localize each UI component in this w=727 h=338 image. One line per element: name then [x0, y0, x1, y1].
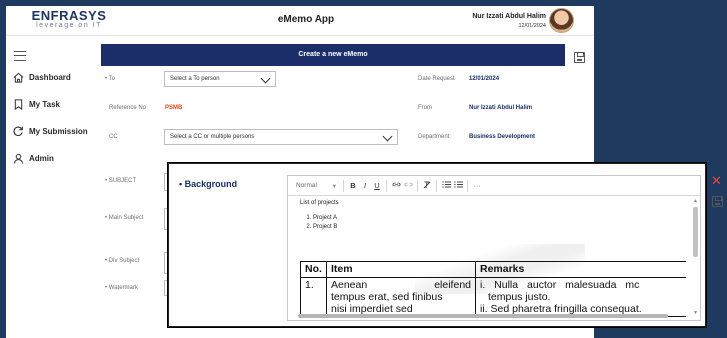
current-date: 12/01/2024: [518, 23, 546, 29]
editor-content[interactable]: List of projects Project A Project B No.…: [300, 199, 686, 320]
cc-select-value: Select a CC or multiple persons: [170, 134, 255, 140]
background-label-text: Background: [184, 179, 238, 189]
close-icon[interactable]: ✕: [711, 174, 722, 187]
scroll-down-arrow-icon[interactable]: ▼: [693, 310, 698, 316]
from-label: From: [418, 105, 432, 111]
remark-line: i. Nulla auctor malesuada mc: [480, 279, 640, 291]
department-value: Business Development: [469, 134, 536, 140]
app-title: eMemo App: [277, 14, 335, 25]
bookmark-icon: [12, 98, 24, 110]
sidebar-item-my-submission[interactable]: My Submission: [12, 124, 96, 138]
to-label-text: To: [108, 76, 116, 82]
col-header-no: No.: [300, 261, 327, 278]
top-bar: ENFRASYS leverage on IT eMemo App Nur Iz…: [6, 6, 594, 36]
reference-value: PSMB: [165, 105, 183, 111]
col-header-remarks: Remarks: [475, 261, 686, 278]
bullet-list-icon[interactable]: [452, 181, 464, 190]
sidebar-item-admin[interactable]: Admin: [12, 151, 96, 165]
more-options-icon[interactable]: ···: [471, 181, 483, 190]
toolbar-divider: [417, 179, 418, 192]
home-icon: [12, 71, 24, 83]
editor-toolbar: Normal B I U ···: [288, 176, 700, 196]
date-request-label: Date Request: [418, 76, 455, 82]
department-label: Department: [418, 134, 450, 140]
logo-tagline: leverage on IT: [36, 22, 102, 29]
intro-text: List of projects: [300, 200, 339, 206]
toolbar-divider: [343, 179, 344, 192]
subject-label-text: SUBJECT: [108, 178, 137, 184]
to-select-value: Select a To person: [170, 76, 220, 82]
link-icon[interactable]: [390, 181, 402, 190]
vertical-scroll-thumb[interactable]: [693, 207, 698, 257]
refresh-icon: [12, 125, 24, 137]
company-logo: ENFRASYS leverage on IT: [24, 9, 114, 30]
unlink-icon[interactable]: [402, 181, 414, 190]
toolbar-divider: [467, 179, 468, 192]
user-name: Nur Izzati Abdul Halim: [472, 13, 546, 20]
sidebar: Dashboard My Task My Submission Admin: [6, 37, 94, 337]
sidebar-item-label: My Task: [29, 99, 60, 109]
remark-line: tempus justo.: [488, 291, 551, 303]
underline-button[interactable]: U: [371, 181, 383, 190]
table-row: 1. Aenean eleifend tempus erat, sed fini…: [300, 277, 686, 317]
form-header: Create a new eMemo: [101, 44, 565, 66]
to-select[interactable]: Select a To person: [164, 71, 276, 87]
to-label: • To: [105, 76, 116, 82]
vertical-scrollbar[interactable]: ▲ ▼: [693, 198, 698, 316]
scroll-up-arrow-icon[interactable]: ▲: [693, 198, 698, 204]
div-subject-label: • Div Subject: [105, 258, 140, 264]
ordered-list-icon[interactable]: [440, 181, 452, 190]
logo-main-text: ENFRASYS: [31, 8, 107, 23]
chevron-down-icon: [382, 131, 393, 142]
chevron-down-icon: [260, 73, 271, 84]
sidebar-item-label: Admin: [29, 153, 54, 163]
sidebar-item-dashboard[interactable]: Dashboard: [12, 70, 96, 84]
div-subject-label-text: Div Subject: [108, 258, 140, 264]
bold-button[interactable]: B: [347, 181, 359, 190]
cell-no: 1.: [300, 277, 327, 317]
toolbar-divider: [386, 179, 387, 192]
list-item: Project A: [313, 214, 686, 223]
reference-label: Reference No: [109, 105, 147, 111]
sidebar-item-my-task[interactable]: My Task: [12, 97, 96, 111]
cc-select[interactable]: Select a CC or multiple persons: [164, 129, 398, 145]
background-label: • Background: [179, 179, 238, 189]
toolbar-divider: [436, 179, 437, 192]
main-subject-label-text: Main Subject: [108, 215, 144, 221]
main-subject-label: • Main Subject: [105, 215, 144, 221]
project-list: Project A Project B: [313, 214, 686, 232]
subject-label: • SUBJECT: [105, 178, 137, 184]
sidebar-item-label: My Submission: [29, 126, 88, 136]
item-line: Aenean eleifend: [331, 279, 471, 291]
paragraph-style-select[interactable]: Normal: [296, 182, 340, 190]
date-request-value: 12/01/2024: [469, 76, 500, 82]
watermark-label: • Watermark: [105, 285, 138, 291]
rich-text-editor[interactable]: Normal B I U ···: [287, 175, 701, 321]
table-header-row: No. Item Remarks: [300, 261, 686, 278]
watermark-label-text: Watermark: [108, 285, 138, 291]
remarks-table: No. Item Remarks 1. Aenean eleifend temp…: [300, 261, 686, 317]
col-header-item: Item: [326, 261, 476, 278]
background-editor-popup: • Background Normal B I U: [168, 163, 706, 327]
horizontal-scroll-thumb[interactable]: [298, 314, 668, 318]
list-item: Project B: [313, 223, 686, 232]
from-value: Nur Izzati Abdul Halim: [469, 105, 533, 111]
horizontal-scrollbar[interactable]: [290, 314, 688, 318]
popup-save-icon[interactable]: [712, 196, 723, 207]
person-icon: [12, 152, 24, 164]
italic-button[interactable]: I: [359, 181, 371, 190]
save-icon[interactable]: [574, 52, 585, 63]
clear-format-icon[interactable]: [421, 181, 433, 191]
cell-remarks: i. Nulla auctor malesuada mc tempus just…: [475, 277, 686, 317]
hamburger-menu-icon[interactable]: [14, 51, 26, 61]
cc-label: CC: [109, 134, 118, 140]
item-line: tempus erat, sed finibus: [331, 291, 443, 303]
cell-item: Aenean eleifend tempus erat, sed finibus…: [326, 277, 476, 317]
user-avatar[interactable]: [549, 8, 574, 33]
sidebar-item-label: Dashboard: [29, 72, 71, 82]
